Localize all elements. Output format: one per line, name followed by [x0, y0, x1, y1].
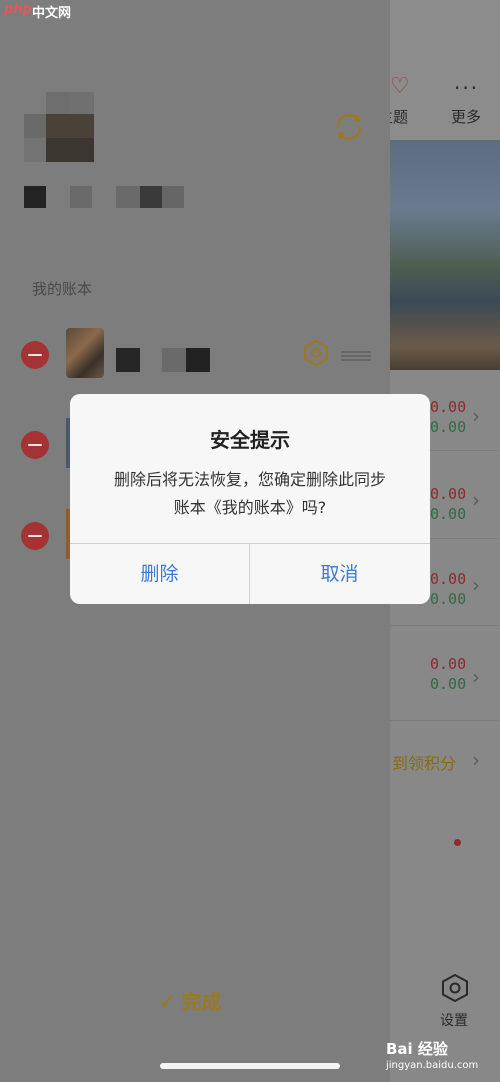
row-4-chevron-icon[interactable]: › [472, 665, 480, 689]
php-logo-text: 中文网 [32, 6, 72, 21]
row-1-chevron-icon[interactable]: › [472, 404, 480, 428]
avatar[interactable] [24, 92, 94, 164]
section-title: 我的账本 [32, 280, 93, 298]
row-3-income: 0.00 [430, 590, 467, 608]
delete-book-button[interactable] [21, 431, 49, 459]
tab-more[interactable]: 更多 [451, 106, 481, 127]
username-blurred [24, 186, 194, 208]
row-2-expense: 0.00 [430, 485, 467, 503]
book-name-blurred [116, 348, 210, 372]
more-icon[interactable]: ··· [454, 76, 479, 100]
delete-button[interactable]: 删除 [70, 544, 249, 604]
baidu-logo: Bai 经验 [386, 1040, 448, 1058]
baidu-url: jingyan.baidu.com [386, 1060, 479, 1071]
row-3-chevron-icon[interactable]: › [472, 573, 480, 597]
cancel-button[interactable]: 取消 [250, 544, 429, 604]
settings-icon[interactable] [442, 973, 468, 1003]
header-photo [390, 140, 500, 370]
done-button[interactable]: ✓ 完成 [158, 986, 222, 1016]
row-2-chevron-icon[interactable]: › [472, 488, 480, 512]
row-4-expense: 0.00 [430, 655, 467, 673]
checkin-text[interactable]: 到领积分 [392, 750, 456, 774]
checkin-chevron-icon[interactable]: › [472, 748, 480, 772]
dialog-title: 安全提示 [210, 428, 290, 452]
main-topbar: ♡ 主题 ··· 更多 [378, 0, 500, 140]
drag-handle-icon[interactable] [341, 347, 371, 361]
theme-icon[interactable]: ♡ [390, 74, 414, 99]
home-indicator [160, 1063, 340, 1069]
row-1-expense: 0.00 [430, 398, 467, 416]
settings-label[interactable]: 设置 [440, 1010, 468, 1030]
row-3-expense: 0.00 [430, 570, 467, 588]
check-icon: ✓ [158, 990, 177, 1015]
row-divider [390, 720, 500, 721]
php-logo: php [4, 2, 32, 17]
delete-book-button[interactable] [21, 522, 49, 550]
row-divider [390, 625, 500, 626]
sync-icon[interactable] [332, 110, 366, 144]
book-cover[interactable] [66, 328, 104, 378]
dialog-message: 删除后将无法恢复，您确定删除此同步账本《我的账本》吗? [113, 470, 386, 517]
row-2-income: 0.00 [430, 505, 467, 523]
row-1-income: 0.00 [430, 418, 467, 436]
delete-book-button[interactable] [21, 341, 49, 369]
row-4-income: 0.00 [430, 675, 467, 693]
notification-dot [454, 839, 461, 846]
confirm-dialog: 安全提示 删除后将无法恢复，您确定删除此同步账本《我的账本》吗? 删除 取消 [70, 394, 430, 604]
book-settings-icon[interactable] [303, 339, 329, 367]
done-label: 完成 [181, 990, 222, 1014]
